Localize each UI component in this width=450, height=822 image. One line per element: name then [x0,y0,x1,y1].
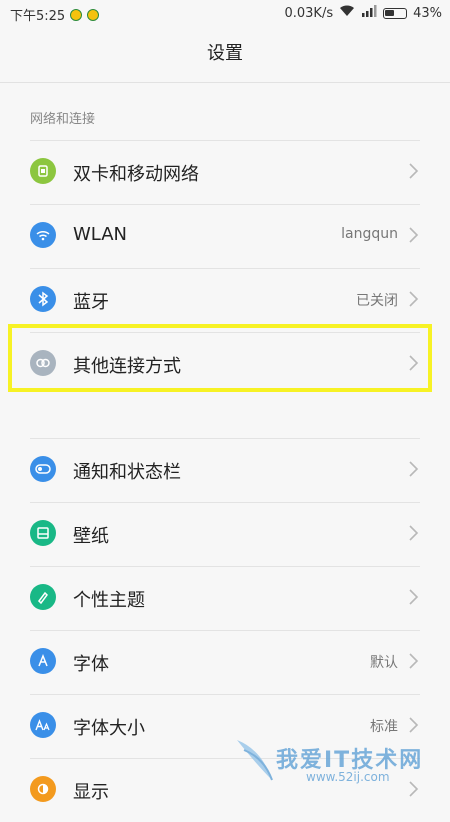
settings-item-dual-sim[interactable]: 双卡和移动网络 [30,140,420,204]
wifi-signal-icon [339,5,355,21]
divider [30,566,420,567]
battery-percent: 43% [413,5,442,21]
chevron-right-icon [409,653,419,669]
wifi-icon [30,222,56,248]
chevron-right-icon [409,291,419,307]
status-time: 下午5:25 [10,9,66,24]
font-icon [30,648,56,674]
item-label: 个性主题 [73,590,145,611]
settings-item-wlan[interactable]: WLAN langqun [30,204,420,268]
status-bar: 下午5:25 0.03K/s 43% [0,0,450,26]
title-bar: 设置 [0,26,450,83]
item-value: langqun [341,226,398,242]
brush-icon [30,584,56,610]
item-value: 默认 [370,655,398,671]
chevron-right-icon [409,461,419,477]
item-value: 已关闭 [356,293,398,309]
divider [30,268,420,269]
settings-item-wallpaper[interactable]: 壁纸 [30,502,420,566]
divider [30,438,420,439]
watermark: 我爱IT技术网 www.52ij.com [232,724,442,794]
notification-icon [87,8,100,21]
highlight-box [8,324,432,392]
item-label: 双卡和移动网络 [73,164,199,185]
divider [30,502,420,503]
chevron-right-icon [409,589,419,605]
item-label: 通知和状态栏 [73,462,181,483]
chevron-right-icon [409,227,419,243]
cell-signal-icon [361,5,377,21]
settings-item-notifications[interactable]: 通知和状态栏 [30,438,420,502]
battery-icon [383,7,408,19]
item-label: 字体 [73,654,109,675]
page-title: 设置 [207,43,243,64]
divider [30,204,420,205]
toggle-icon [30,456,56,482]
watermark-url: www.52ij.com [306,770,390,784]
item-label: 蓝牙 [73,292,109,313]
divider [30,694,420,695]
divider [30,140,420,141]
settings-item-themes[interactable]: 个性主题 [30,566,420,630]
chevron-right-icon [409,525,419,541]
sim-card-icon [30,158,56,184]
network-speed: 0.03K/s [284,5,334,21]
settings-item-bluetooth[interactable]: 蓝牙 已关闭 [30,268,420,332]
chevron-right-icon [409,163,419,179]
section-header-network: 网络和连接 [30,112,96,127]
item-label: 字体大小 [73,718,145,739]
item-label: WLAN [73,224,128,245]
item-label: 显示 [73,782,109,803]
settings-item-font[interactable]: 字体 默认 [30,630,420,694]
display-icon [30,776,56,802]
item-label: 壁纸 [73,526,109,547]
font-size-icon [30,712,56,738]
divider [30,630,420,631]
bluetooth-icon [30,286,56,312]
wallpaper-icon [30,520,56,546]
notification-icon [70,8,83,21]
